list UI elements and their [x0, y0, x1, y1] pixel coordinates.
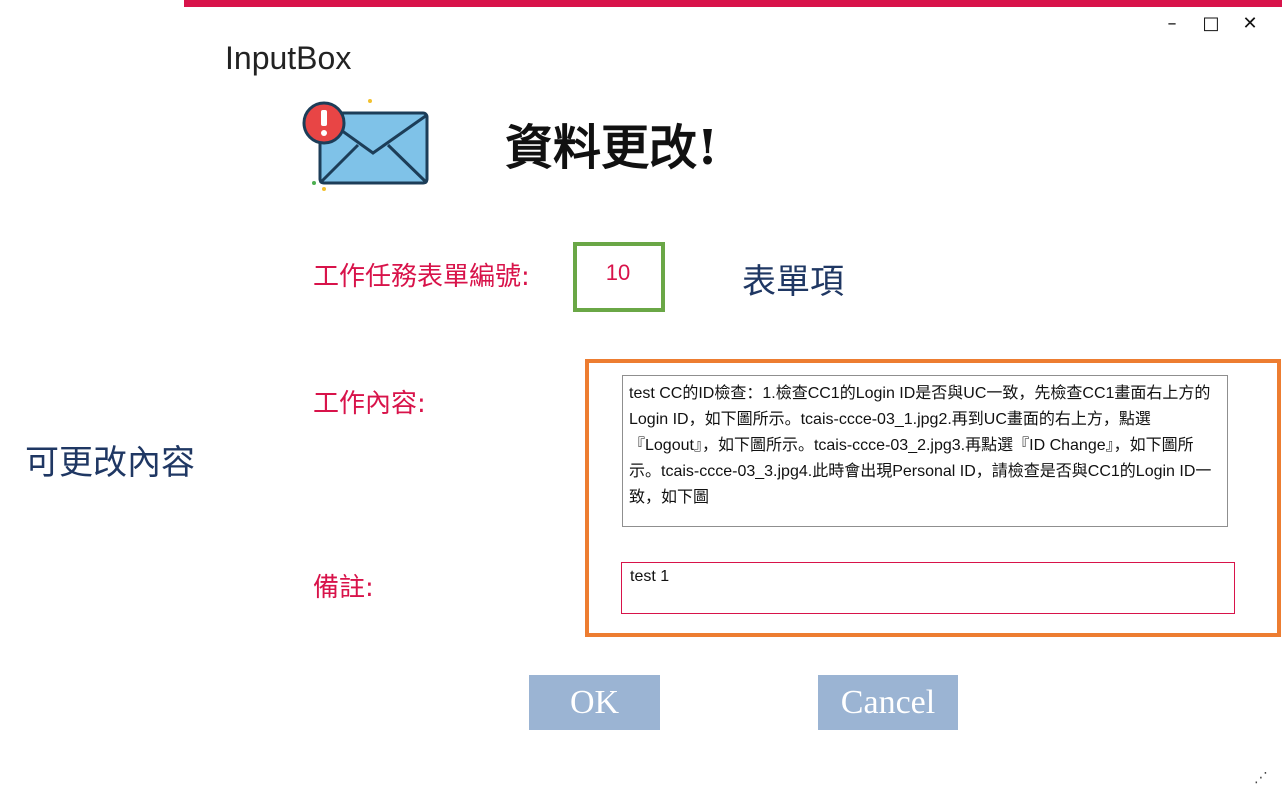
dialog-heading: 資料更改!: [505, 120, 719, 176]
form-number-label: 工作任務表單編號:: [313, 262, 530, 292]
remark-label: 備註:: [313, 573, 374, 603]
content-textarea[interactable]: test CC的ID檢查：1.檢查CC1的Login ID是否與UC一致，先檢查…: [622, 375, 1228, 527]
form-number-field: 10: [605, 260, 631, 285]
content-label: 工作內容:: [313, 389, 426, 419]
maximize-button[interactable]: □: [1199, 12, 1223, 36]
form-item-annotation: 表單項: [742, 262, 844, 302]
remark-input[interactable]: test 1: [621, 562, 1235, 614]
window-accent-bar: [184, 0, 1282, 7]
envelope-alert-icon: [302, 99, 429, 191]
editable-content-annotation: 可更改內容: [25, 443, 195, 483]
window-title: InputBox: [225, 40, 352, 76]
cancel-button[interactable]: Cancel: [818, 675, 958, 730]
minimize-button[interactable]: –: [1160, 12, 1184, 36]
close-button[interactable]: ✕: [1238, 12, 1262, 36]
resize-grip-icon[interactable]: ⋰: [1254, 770, 1268, 786]
ok-button[interactable]: OK: [529, 675, 660, 730]
